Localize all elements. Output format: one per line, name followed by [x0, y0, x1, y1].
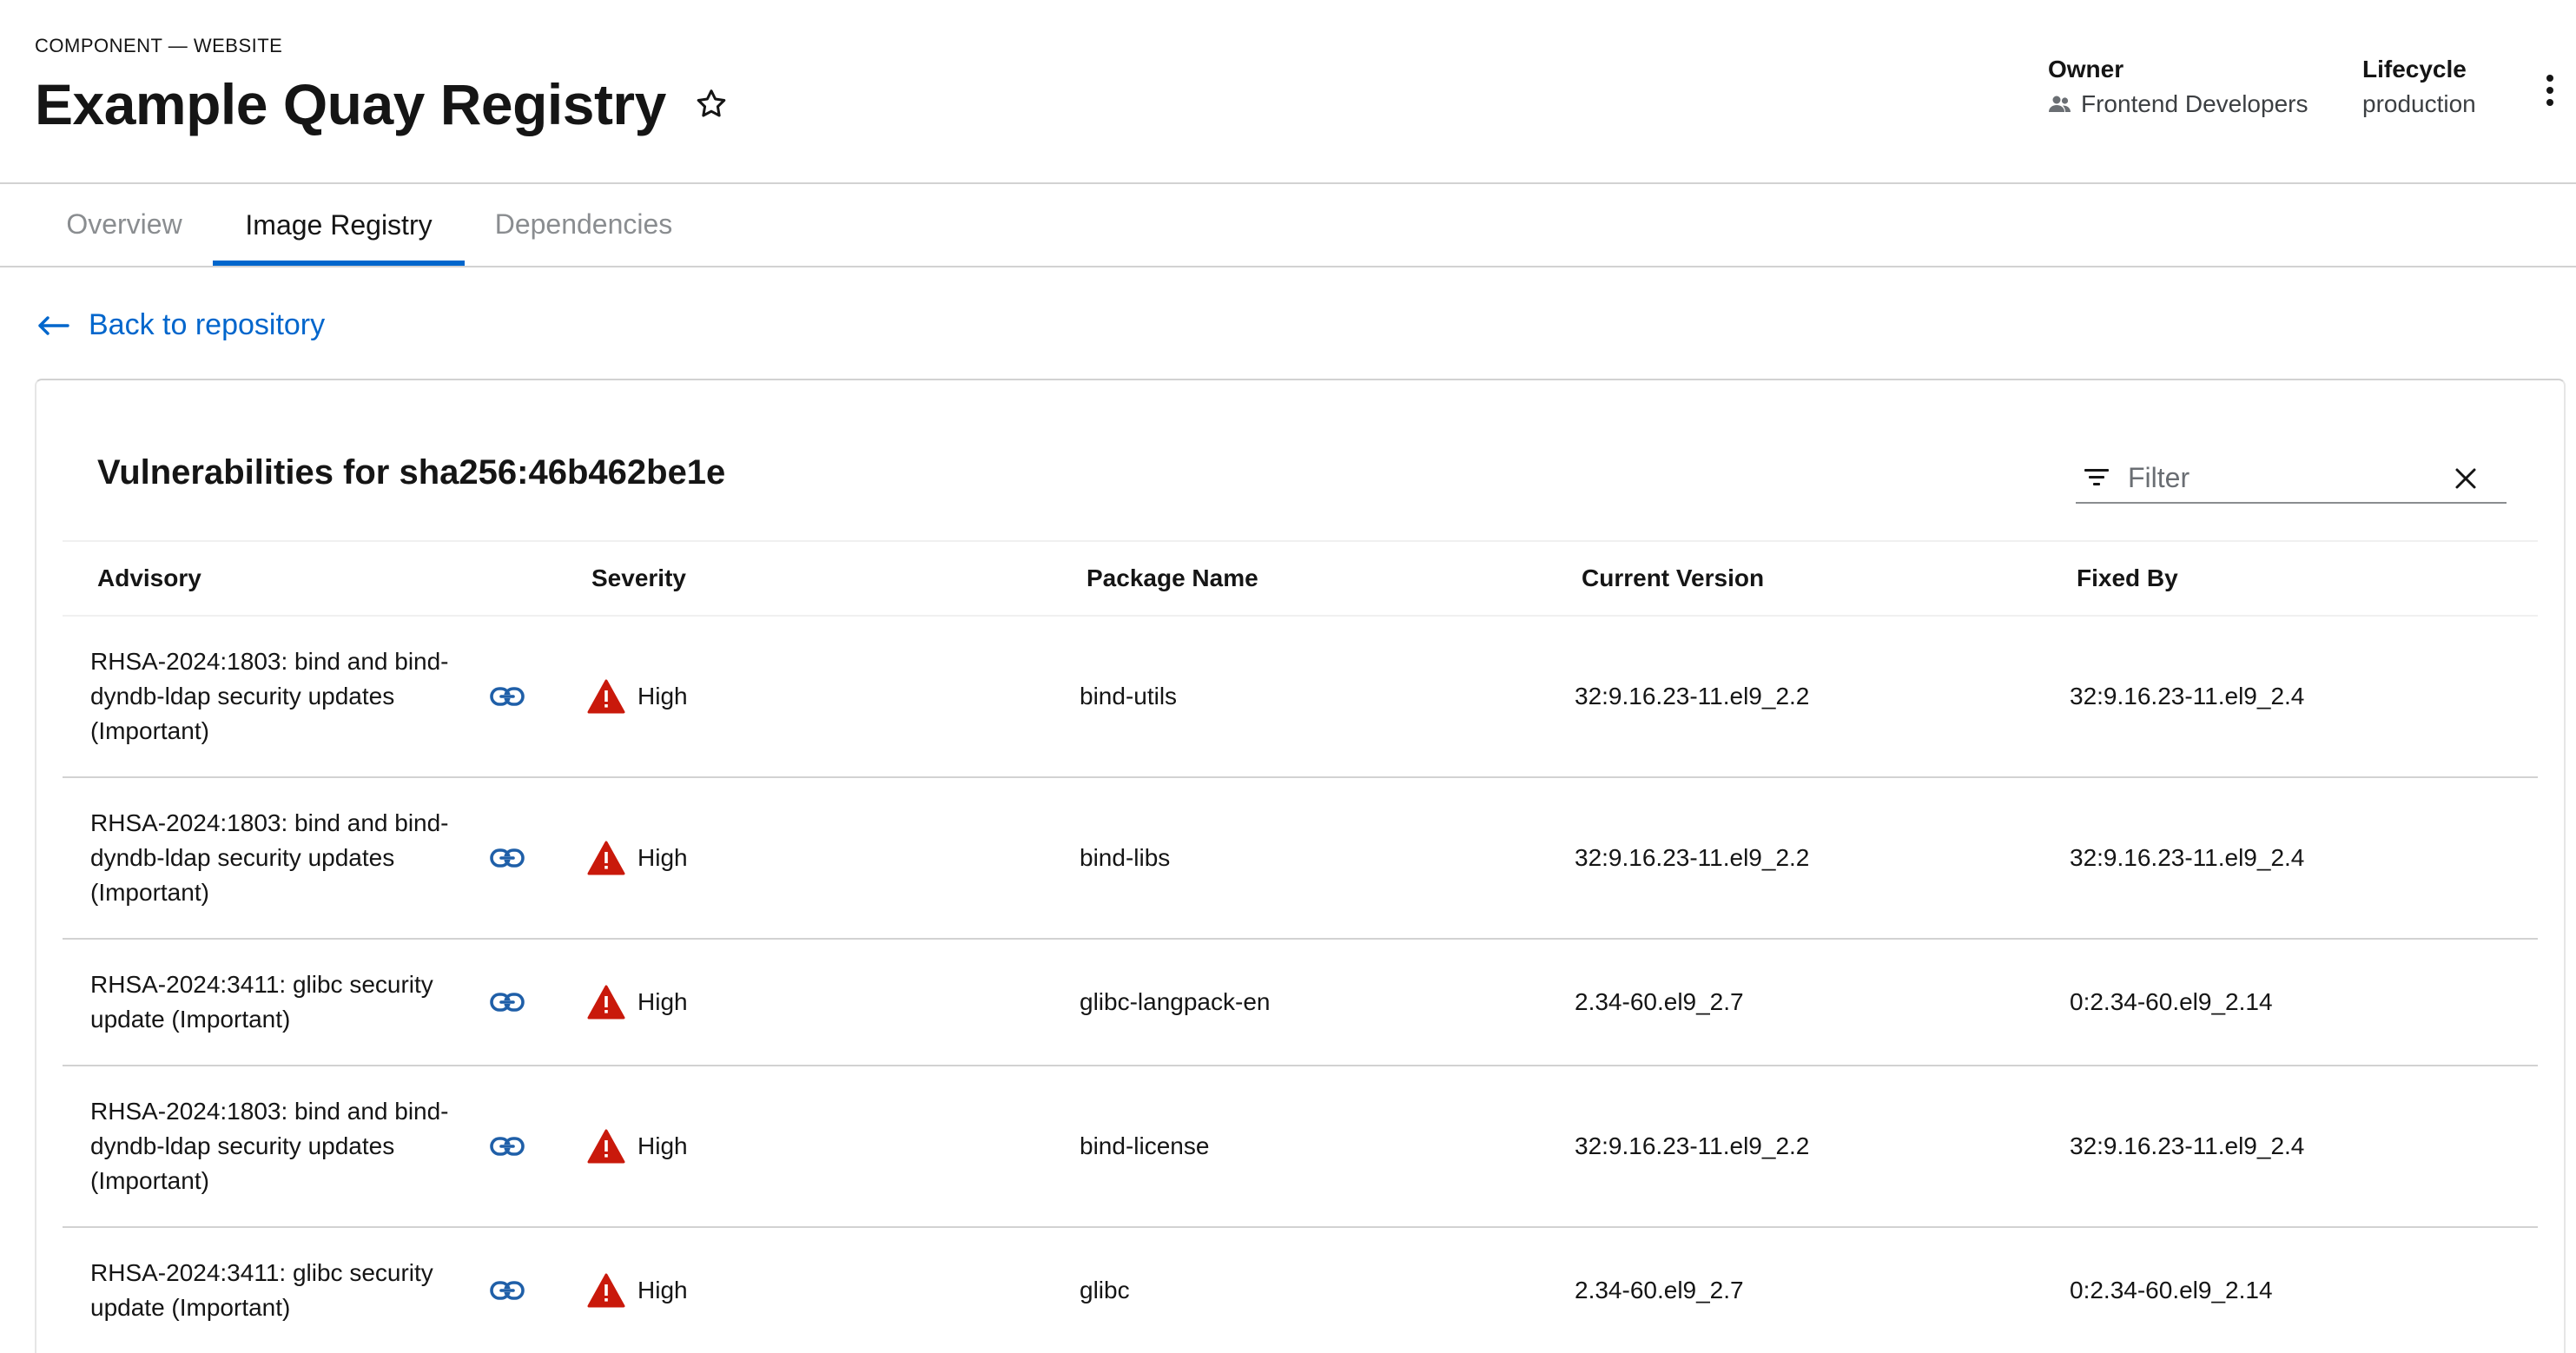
- advisory-cell: RHSA-2024:3411: glibc security update (I…: [90, 1259, 433, 1321]
- current-version-cell: 2.34-60.el9_2.7: [1575, 988, 1744, 1015]
- owner-value: Frontend Developers: [2081, 90, 2308, 117]
- title-row: Example Quay Registry: [35, 71, 730, 137]
- severity-label: High: [637, 844, 688, 871]
- table-row: RHSA-2024:1803: bind and bind-dyndb-ldap…: [63, 1066, 2538, 1228]
- table-row: RHSA-2024:3411: glibc security update (I…: [63, 940, 2538, 1066]
- arrow-left-icon: [36, 315, 89, 336]
- lifecycle-label: Lifecycle: [2362, 56, 2467, 82]
- link-icon[interactable]: [490, 940, 525, 1065]
- advisory-cell: RHSA-2024:1803: bind and bind-dyndb-ldap…: [90, 1098, 449, 1194]
- severity-label: High: [637, 988, 688, 1015]
- table-row: RHSA-2024:1803: bind and bind-dyndb-ldap…: [63, 617, 2538, 778]
- fixed-by-cell: 32:9.16.23-11.el9_2.4: [2070, 683, 2305, 710]
- fixed-by-cell: 0:2.34-60.el9_2.14: [2070, 1277, 2273, 1304]
- kebab-menu-icon[interactable]: [2536, 69, 2564, 111]
- package-name-cell: bind-license: [1080, 1132, 1210, 1159]
- card-title: Vulnerabilities for sha256:46b462be1e: [97, 453, 726, 492]
- advisory-cell: RHSA-2024:1803: bind and bind-dyndb-ldap…: [90, 809, 449, 906]
- warning-triangle-icon: [587, 1273, 625, 1308]
- filter-box: [2076, 453, 2507, 504]
- link-icon[interactable]: [490, 778, 525, 938]
- fixed-by-cell: 32:9.16.23-11.el9_2.4: [2070, 844, 2305, 871]
- severity-cell: High: [587, 1066, 688, 1226]
- page-title: Example Quay Registry: [35, 72, 666, 136]
- link-icon[interactable]: [490, 617, 525, 776]
- current-version-cell: 32:9.16.23-11.el9_2.2: [1575, 1132, 1810, 1159]
- column-header-package-name[interactable]: Package Name: [1087, 542, 1258, 615]
- current-version-cell: 2.34-60.el9_2.7: [1575, 1277, 1744, 1304]
- warning-triangle-icon: [587, 841, 625, 875]
- tab-bar: Overview Image Registry Dependencies: [0, 184, 2576, 267]
- warning-triangle-icon: [587, 985, 625, 1020]
- lifecycle-value: production: [2362, 90, 2476, 117]
- current-version-cell: 32:9.16.23-11.el9_2.2: [1575, 683, 1810, 710]
- fixed-by-cell: 0:2.34-60.el9_2.14: [2070, 988, 2273, 1015]
- severity-cell: High: [587, 940, 688, 1065]
- warning-triangle-icon: [587, 679, 625, 714]
- advisory-cell: RHSA-2024:3411: glibc security update (I…: [90, 971, 433, 1033]
- tab-overview[interactable]: Overview: [35, 184, 214, 264]
- group-icon: [2048, 95, 2072, 114]
- severity-cell: High: [587, 617, 688, 776]
- vulnerabilities-table: Advisory Severity Package Name Current V…: [63, 540, 2538, 1353]
- column-header-advisory[interactable]: Advisory: [97, 542, 201, 615]
- fixed-by-cell: 32:9.16.23-11.el9_2.4: [2070, 1132, 2305, 1159]
- owner-value-row[interactable]: Frontend Developers: [2048, 90, 2308, 118]
- severity-cell: High: [587, 1228, 688, 1353]
- package-name-cell: bind-utils: [1080, 683, 1178, 710]
- owner-meta: Owner Frontend Developers: [2048, 56, 2308, 118]
- link-icon[interactable]: [490, 1066, 525, 1226]
- column-header-current-version[interactable]: Current Version: [1582, 542, 1764, 615]
- back-link-label: Back to repository: [89, 308, 326, 341]
- favorite-star-icon[interactable]: [692, 85, 730, 123]
- column-header-severity[interactable]: Severity: [591, 542, 686, 615]
- package-name-cell: bind-libs: [1080, 844, 1171, 871]
- filter-input[interactable]: [2126, 460, 2442, 495]
- column-header-fixed-by[interactable]: Fixed By: [2077, 542, 2178, 615]
- package-name-cell: glibc-langpack-en: [1080, 988, 1271, 1015]
- advisory-cell: RHSA-2024:1803: bind and bind-dyndb-ldap…: [90, 648, 449, 744]
- back-to-repository-link[interactable]: Back to repository: [36, 308, 325, 342]
- page-header: COMPONENT — WEBSITE Example Quay Registr…: [0, 0, 2576, 184]
- warning-triangle-icon: [587, 1129, 625, 1164]
- severity-label: High: [637, 683, 688, 710]
- table-row: RHSA-2024:3411: glibc security update (I…: [63, 1228, 2538, 1353]
- severity-cell: High: [587, 778, 688, 938]
- lifecycle-meta: Lifecycle production: [2362, 56, 2476, 118]
- owner-label: Owner: [2048, 56, 2124, 82]
- table-row: RHSA-2024:1803: bind and bind-dyndb-ldap…: [63, 778, 2538, 940]
- tab-dependencies[interactable]: Dependencies: [466, 184, 702, 264]
- package-name-cell: glibc: [1080, 1277, 1130, 1304]
- table-header: Advisory Severity Package Name Current V…: [63, 540, 2538, 617]
- close-icon[interactable]: [2451, 464, 2480, 493]
- severity-label: High: [637, 1277, 688, 1304]
- current-version-cell: 32:9.16.23-11.el9_2.2: [1575, 844, 1810, 871]
- link-icon[interactable]: [490, 1228, 525, 1353]
- filter-icon: [2081, 462, 2112, 493]
- tab-image-registry[interactable]: Image Registry: [213, 184, 465, 266]
- severity-label: High: [637, 1132, 688, 1159]
- entity-kind-label: COMPONENT — WEBSITE: [35, 35, 283, 56]
